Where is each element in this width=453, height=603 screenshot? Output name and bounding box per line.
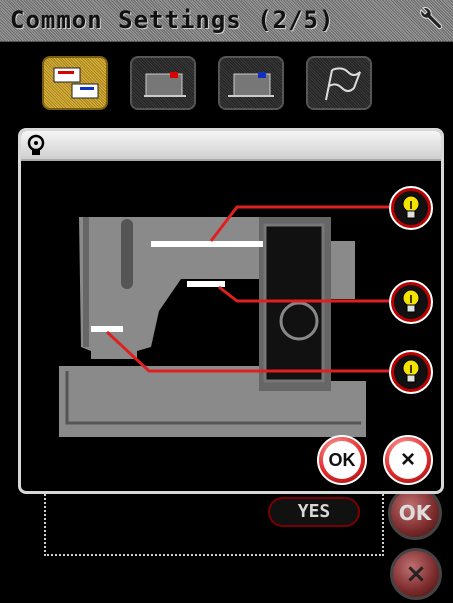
title-bar: Common Settings (2/5) (0, 0, 453, 42)
cancel-button[interactable]: × (383, 435, 433, 485)
lightbulb-icon (402, 195, 420, 219)
machine-pair-icon (53, 67, 99, 99)
tab-flag[interactable] (306, 56, 372, 110)
lightbulb-icon (402, 289, 420, 313)
background-yes-button[interactable]: YES (268, 497, 360, 527)
close-icon: × (389, 441, 427, 479)
tab-machine-red[interactable] (130, 56, 196, 110)
middle-light-strip (187, 281, 225, 287)
upper-light-strip (151, 241, 263, 247)
background-cancel-button[interactable]: × (390, 548, 442, 600)
background-ok-button[interactable]: OK (388, 486, 442, 540)
lightbulb-icon (27, 134, 45, 155)
ok-button[interactable]: OK (317, 435, 367, 485)
tab-machine-blue[interactable] (218, 56, 284, 110)
bottom-light-button[interactable] (389, 350, 433, 394)
machine-red-icon (144, 72, 186, 97)
middle-light-button[interactable] (389, 280, 433, 324)
page-title: Common Settings (2/5) (10, 6, 335, 34)
lightbulb-icon (402, 359, 420, 383)
wrench-icon[interactable] (415, 6, 443, 34)
machine-arm (79, 217, 266, 359)
ok-label: OK (323, 441, 361, 479)
flag-icon (325, 67, 361, 101)
dialog-header (21, 131, 441, 161)
machine-blue-icon (228, 72, 274, 97)
lower-light-strip (91, 326, 123, 332)
light-settings-dialog: OK × (18, 128, 444, 494)
tab-thread-settings[interactable] (42, 56, 108, 110)
top-light-button[interactable] (389, 186, 433, 230)
sewing-machine-diagram (59, 205, 389, 437)
